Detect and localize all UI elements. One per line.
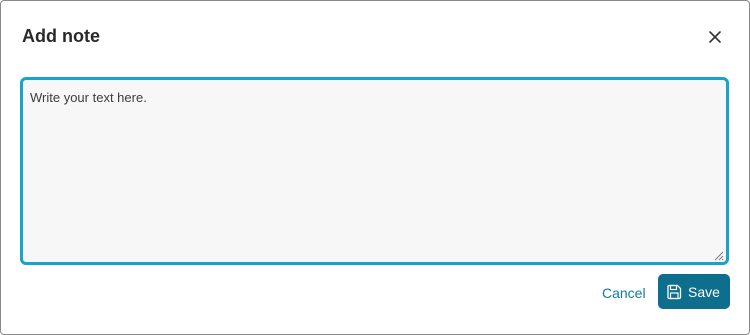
note-textarea[interactable]	[23, 80, 726, 262]
close-icon	[705, 27, 725, 47]
dialog-title: Add note	[22, 26, 100, 46]
note-textarea-container	[20, 77, 729, 265]
floppy-disk-icon	[666, 284, 682, 300]
close-button[interactable]	[705, 27, 725, 47]
resize-grip-icon[interactable]	[712, 248, 724, 261]
add-note-dialog: Add note Cancel Save	[0, 0, 750, 335]
save-label: Save	[688, 283, 720, 300]
save-button[interactable]: Save	[658, 274, 730, 309]
cancel-button[interactable]: Cancel	[602, 284, 646, 302]
